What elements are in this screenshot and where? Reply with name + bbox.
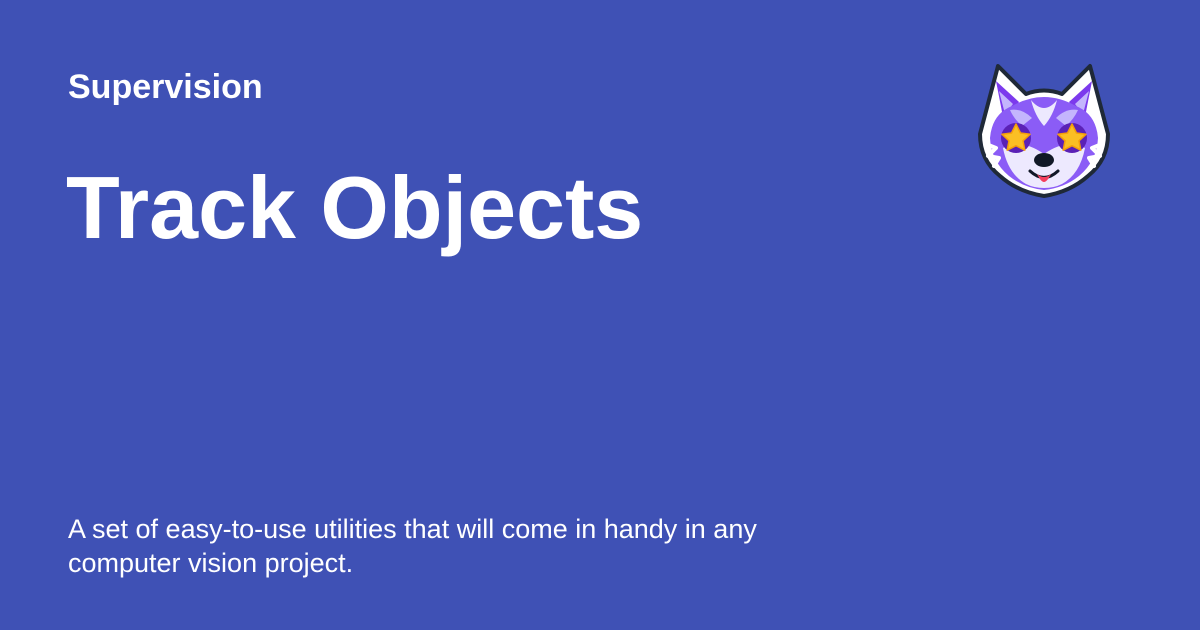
page-description: A set of easy-to-use utilities that will…	[68, 514, 757, 578]
site-name: Supervision	[68, 68, 263, 106]
social-card: Supervision Track Objects A set of easy-…	[0, 0, 1200, 630]
page-title: Track Objects	[66, 158, 644, 257]
fox-mascot-icon	[968, 56, 1120, 202]
